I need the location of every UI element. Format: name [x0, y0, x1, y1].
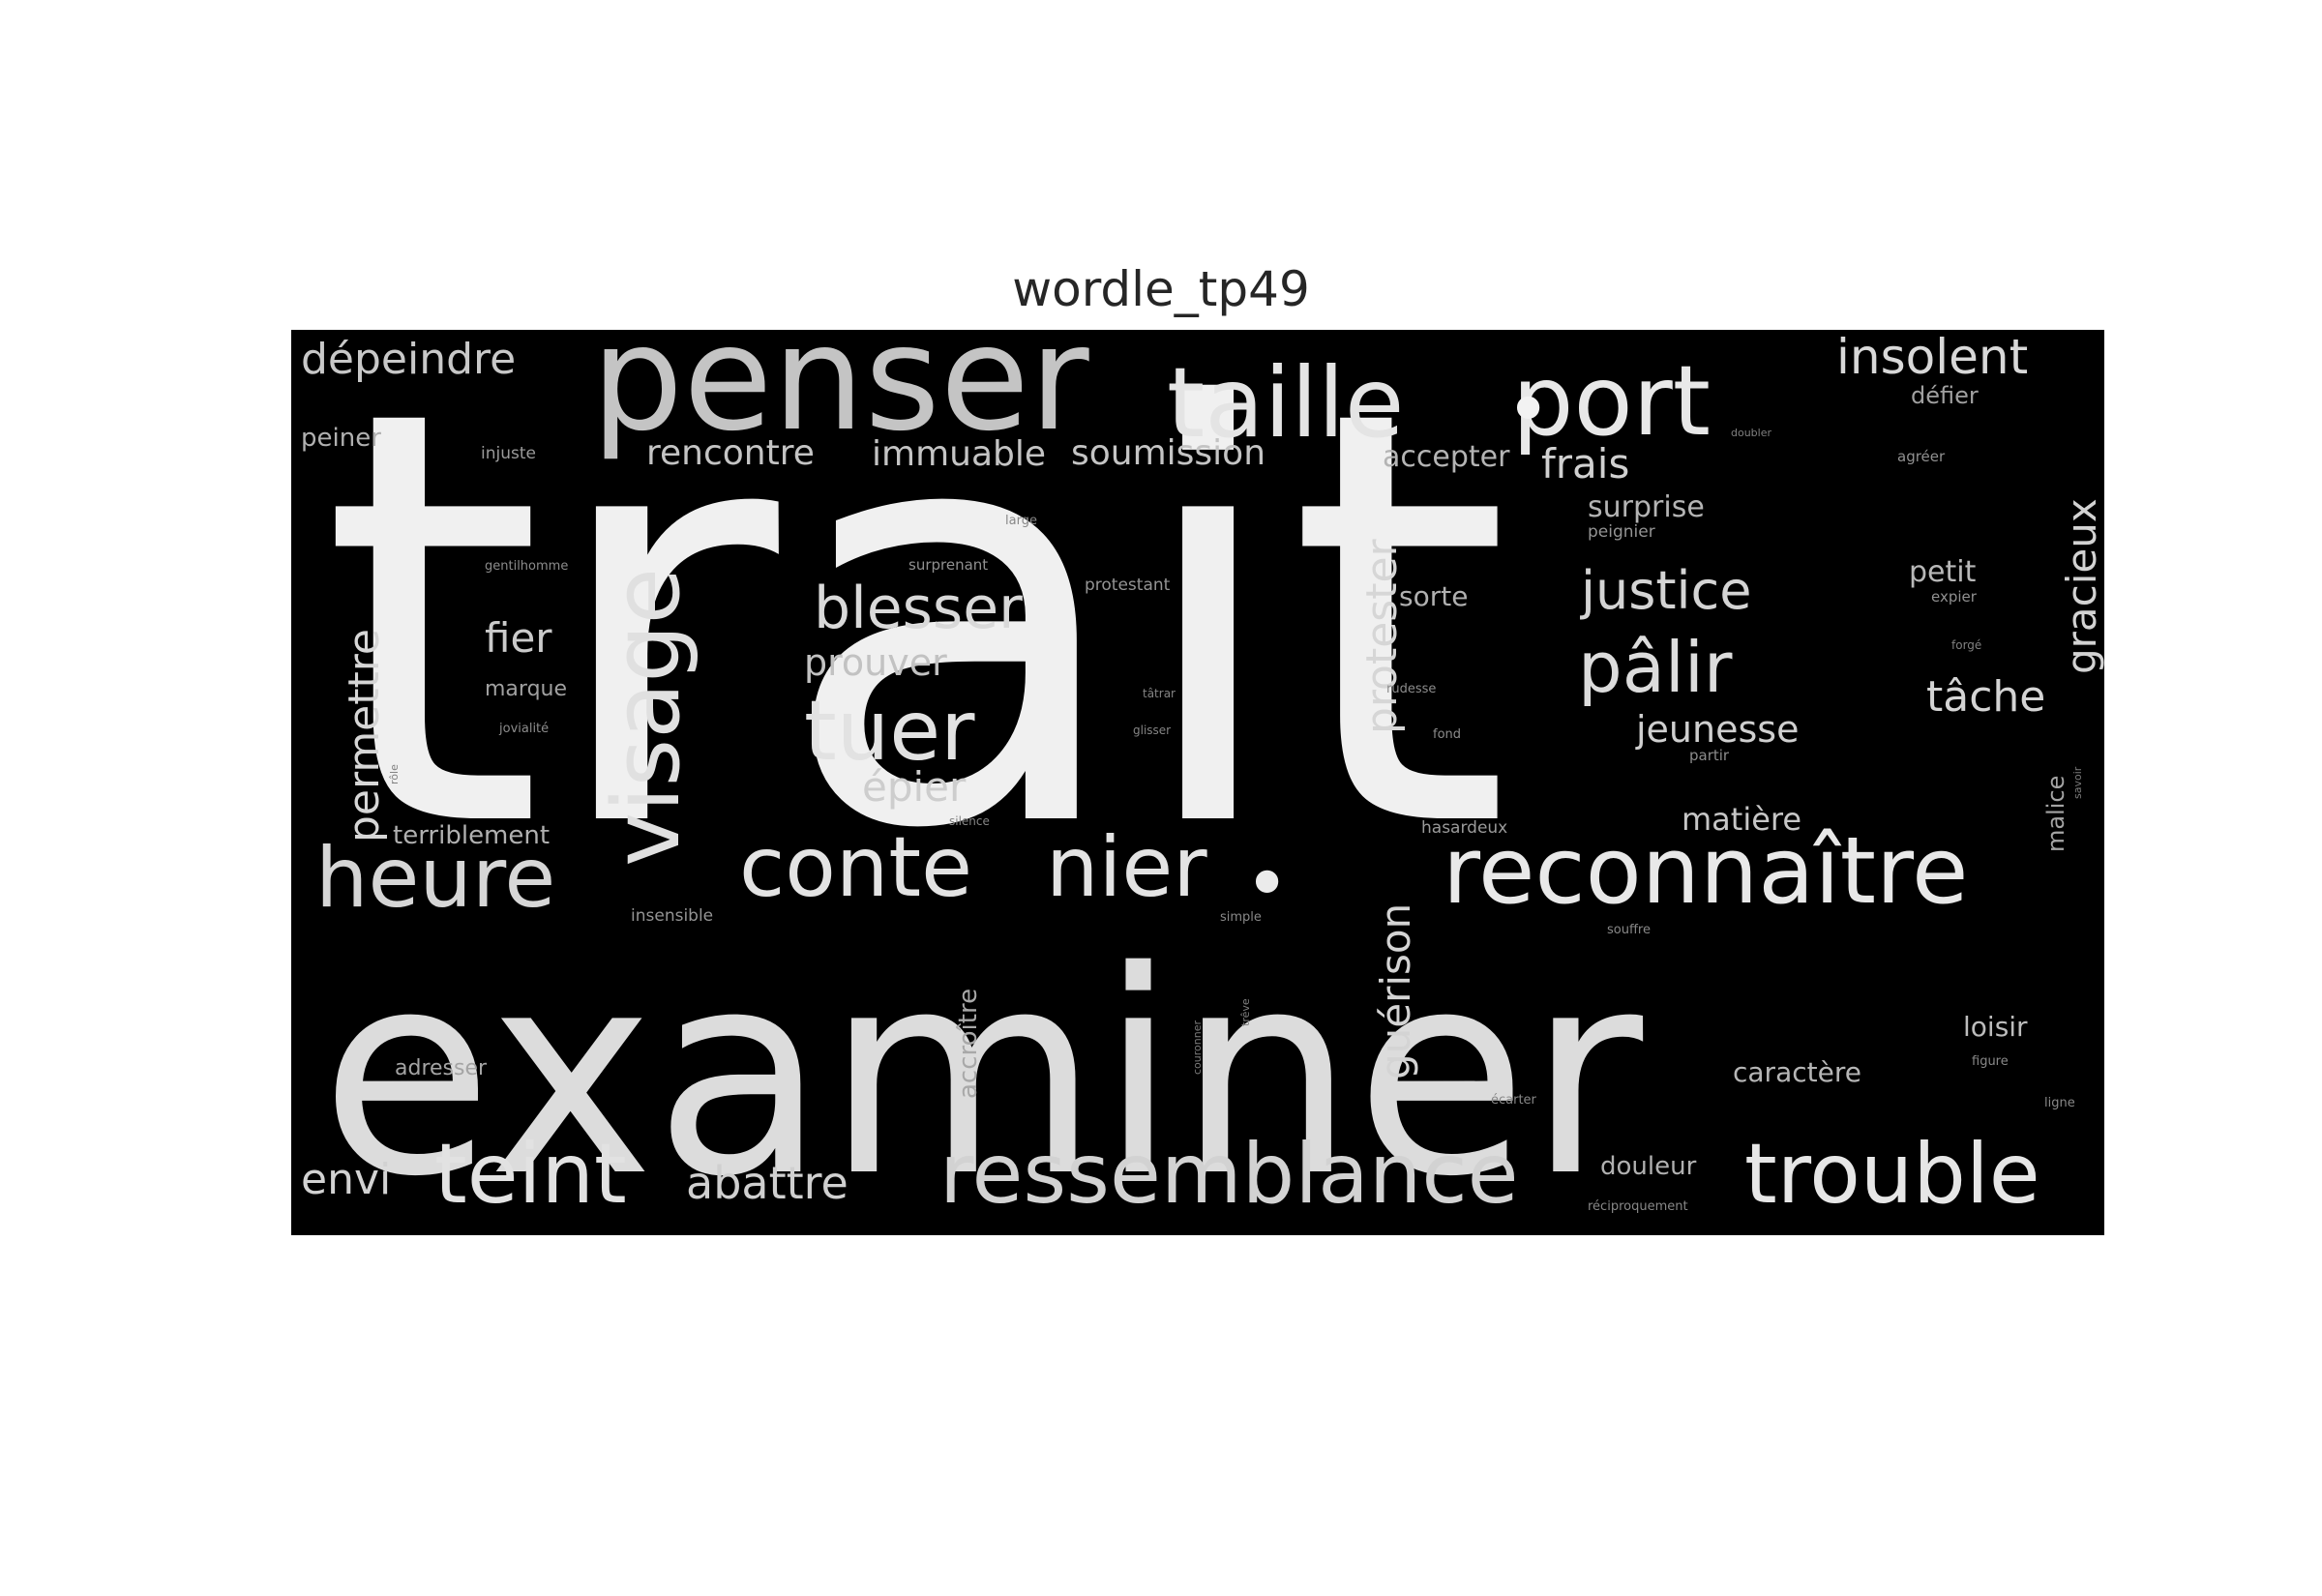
word: fond	[1433, 727, 1461, 742]
word: soumission	[1071, 433, 1265, 473]
word: glisser	[1133, 724, 1171, 737]
word: silence	[949, 814, 990, 828]
word: figure	[1972, 1054, 2009, 1069]
word: forgé	[1951, 638, 1981, 652]
word: caractère	[1733, 1056, 1861, 1088]
word: rôle	[388, 764, 401, 784]
word-cloud: trait examiner penser taille port • • visage rec…	[291, 330, 2104, 1235]
word: prouver	[804, 641, 947, 684]
word: justice	[1580, 560, 1751, 621]
word: immuable	[872, 434, 1046, 474]
word: trouble	[1744, 1126, 2040, 1223]
word: dépeindre	[301, 335, 516, 384]
word: surprenant	[908, 556, 988, 574]
word: défier	[1911, 382, 1979, 409]
word: teint	[434, 1126, 627, 1223]
word: peiner	[301, 424, 381, 453]
word: doubler	[1731, 427, 1771, 439]
word: surprise	[1588, 490, 1705, 524]
word: jeunesse	[1635, 708, 1799, 751]
word: gracieux	[2058, 498, 2104, 674]
word: frais	[1541, 440, 1629, 488]
word: pâlir	[1578, 627, 1733, 708]
word: jovialité	[498, 722, 549, 736]
figure-title: wordle_tp49	[1012, 261, 1310, 317]
word: petit	[1909, 555, 1977, 589]
word: réciproquement	[1588, 1199, 1688, 1214]
word: ligne	[2044, 1096, 2075, 1110]
word: ressemblance	[939, 1126, 1519, 1223]
word: trêve	[1239, 998, 1252, 1026]
word: protestant	[1085, 576, 1171, 595]
word: tâche	[1926, 672, 2045, 722]
word: envi	[301, 1155, 391, 1204]
word: blesser	[814, 575, 1023, 642]
word: rencontre	[646, 433, 815, 473]
word: matière	[1682, 801, 1801, 838]
word: simple	[1220, 910, 1262, 925]
word: injuste	[481, 444, 536, 463]
word: visage	[594, 568, 700, 867]
word: agréer	[1897, 448, 1946, 465]
word: protester	[1357, 538, 1407, 734]
word: peignier	[1588, 522, 1655, 542]
word: tâtrar	[1143, 687, 1176, 700]
word: malice	[2042, 776, 2069, 852]
word: partir	[1689, 747, 1730, 764]
word: nier	[1046, 819, 1207, 916]
word: épier	[862, 763, 967, 811]
word: insolent	[1836, 330, 2028, 385]
word: guérison	[1372, 903, 1419, 1079]
word: gentilhomme	[485, 559, 568, 574]
word: fier	[485, 614, 552, 662]
word: loisir	[1963, 1011, 2028, 1043]
word: insensible	[631, 906, 713, 926]
word: expier	[1931, 588, 1978, 606]
word: accepter	[1383, 440, 1510, 474]
word: terriblement	[393, 821, 550, 850]
word: marque	[485, 677, 567, 701]
word: hasardeux	[1421, 818, 1507, 838]
word: adresser	[395, 1056, 488, 1080]
word: abattre	[686, 1157, 848, 1209]
word: sorte	[1399, 580, 1468, 612]
word: douleur	[1600, 1152, 1697, 1181]
word: souffre	[1607, 923, 1651, 937]
word: conte	[739, 819, 972, 916]
word: large	[1005, 514, 1037, 528]
word: permettre	[340, 629, 389, 842]
word: savoir	[2071, 766, 2084, 799]
word: écarter	[1491, 1093, 1537, 1108]
word: rudesse	[1386, 682, 1436, 696]
word: couronner	[1191, 1020, 1204, 1075]
word: accroître	[954, 989, 983, 1099]
